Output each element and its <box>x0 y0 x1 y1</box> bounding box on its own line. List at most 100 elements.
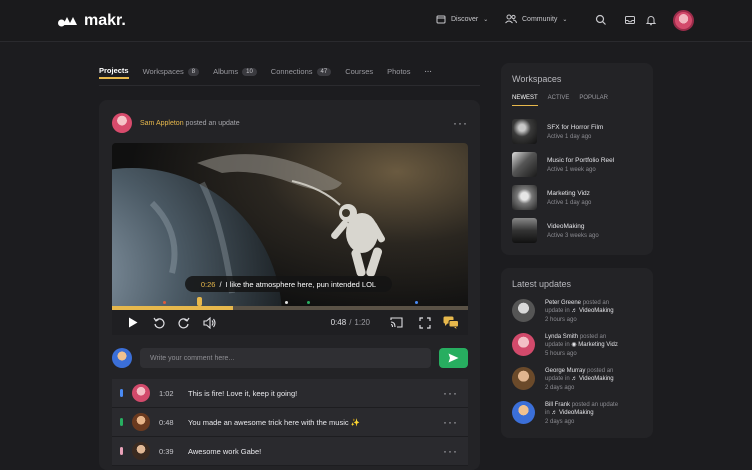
workspace-title: Marketing Vidz <box>547 189 590 197</box>
post-action: posted an update <box>185 119 240 127</box>
commenter-avatar[interactable] <box>132 384 150 402</box>
commenter-avatar[interactable] <box>132 442 150 460</box>
tab-label: Projects <box>99 66 129 75</box>
workspace-activity: Active 1 day ago <box>547 133 592 140</box>
progress-handle[interactable] <box>197 297 202 306</box>
tab-popular[interactable]: POPULAR <box>579 95 608 106</box>
update-time: 2 hours ago <box>545 316 577 323</box>
tab-projects[interactable]: Projects <box>99 64 129 79</box>
comment-menu-icon[interactable]: ··· <box>443 415 458 429</box>
update-author[interactable]: George Murray <box>545 368 585 374</box>
chevron-down-icon: ⌄ <box>562 16 568 23</box>
comment-composer: Write your comment here... <box>112 347 468 369</box>
profile-tabs: Projects Workspaces 8 Albums 10 Connection… <box>99 64 480 86</box>
more-icon: ··· <box>424 67 432 76</box>
comment-item[interactable]: 0:39 Awesome work Gabe! ··· <box>112 437 468 466</box>
workspace-item[interactable]: Music for Portfolio Reel Active 1 week ag… <box>512 148 644 181</box>
update-workspace[interactable]: VideoMaking <box>579 308 614 314</box>
update-item[interactable]: Lynda Smith posted an update in ◉ Marketi… <box>512 333 647 367</box>
comment-marker <box>120 389 123 397</box>
post-menu-icon[interactable]: ··· <box>453 116 468 130</box>
tab-courses[interactable]: Courses <box>345 64 373 79</box>
comment-text: You made an awesome trick here with the … <box>188 417 361 427</box>
music-note-icon: ♬ <box>551 410 558 417</box>
update-avatar[interactable] <box>512 333 535 356</box>
community-menu[interactable]: Community ⌄ <box>505 14 567 24</box>
tab-newest[interactable]: NEWEST <box>512 95 538 106</box>
update-in: in <box>545 410 550 417</box>
update-avatar[interactable] <box>512 367 535 390</box>
forward-icon[interactable] <box>178 317 190 329</box>
update-workspace[interactable]: VideoMaking <box>579 376 614 382</box>
workspace-activity: Active 3 weeks ago <box>547 232 599 239</box>
workspace-item[interactable]: VideoMaking Active 3 weeks ago <box>512 214 644 247</box>
comment-time[interactable]: 0:48 <box>159 418 179 427</box>
comment-marker[interactable] <box>285 301 288 304</box>
comment-menu-icon[interactable]: ··· <box>443 386 458 400</box>
user-avatar[interactable] <box>673 10 694 31</box>
bell-icon[interactable] <box>645 14 657 26</box>
my-avatar[interactable] <box>112 348 132 368</box>
caption-text: I like the atmosphere here, pun intended… <box>225 279 377 289</box>
comment-menu-icon[interactable]: ··· <box>443 444 458 458</box>
fullscreen-icon[interactable] <box>419 316 431 329</box>
author-avatar[interactable] <box>112 113 132 133</box>
search-icon[interactable] <box>595 14 607 26</box>
tab-albums[interactable]: Albums 10 <box>213 64 257 79</box>
comment-time[interactable]: 1:02 <box>159 389 179 398</box>
workspace-thumbnail <box>512 119 537 144</box>
update-in: update in <box>545 376 570 383</box>
update-author[interactable]: Peter Greene <box>545 300 581 306</box>
tab-photos[interactable]: Photos <box>387 64 410 79</box>
community-label: Community <box>522 15 558 23</box>
comment-placeholder: Write your comment here... <box>150 354 235 362</box>
update-action: posted an <box>579 334 607 340</box>
send-button[interactable] <box>439 348 468 368</box>
comment-input[interactable]: Write your comment here... <box>140 348 431 368</box>
update-workspace[interactable]: VideoMaking <box>559 410 594 416</box>
workspace-item[interactable]: SFX for Horror Film Active 1 day ago <box>512 115 644 148</box>
update-author[interactable]: Lynda Smith <box>545 334 578 340</box>
comment-marker[interactable] <box>307 301 310 304</box>
workspace-item[interactable]: Marketing Vidz Active 1 day ago <box>512 181 644 214</box>
update-avatar[interactable] <box>512 401 535 424</box>
update-avatar[interactable] <box>512 299 535 322</box>
comment-text: This is fire! Love it, keep it going! <box>188 388 298 398</box>
duration: 1:20 <box>354 318 370 327</box>
update-item[interactable]: Peter Greene posted an update in ♬ VideoM… <box>512 299 647 333</box>
comment-text: Awesome work Gabe! <box>188 446 262 456</box>
workspace-thumbnail <box>512 218 537 243</box>
discover-menu[interactable]: Discover ⌄ <box>436 14 488 24</box>
comment-item[interactable]: 1:02 This is fire! Love it, keep it goin… <box>112 379 468 408</box>
tab-connections[interactable]: Connections 47 <box>271 64 332 79</box>
update-item[interactable]: Bill Frank posted an update in ♬ VideoMak… <box>512 401 647 435</box>
play-icon[interactable] <box>128 317 138 328</box>
update-in: update in <box>545 308 570 315</box>
comment-item[interactable]: 0:48 You made an awesome trick here with… <box>112 408 468 437</box>
tab-count: 10 <box>242 67 257 76</box>
comments-icon[interactable] <box>443 316 459 329</box>
app-name: makr. <box>84 12 126 29</box>
rewind-icon[interactable] <box>153 317 165 329</box>
video-controls: 0:48 / 1:20 <box>112 310 468 335</box>
update-item[interactable]: George Murray posted an update in ♬ Video… <box>512 367 647 401</box>
logo[interactable]: makr. <box>58 12 126 30</box>
author-name[interactable]: Sam Appleton <box>140 120 184 127</box>
cast-icon[interactable] <box>390 317 403 328</box>
comment-marker[interactable] <box>415 301 418 304</box>
comment-marker[interactable] <box>163 301 166 304</box>
post-header: Sam Appleton posted an update ··· <box>112 112 468 134</box>
volume-icon[interactable] <box>203 316 217 329</box>
time-separator: / <box>349 318 352 327</box>
update-action: posted an <box>587 368 614 374</box>
workspaces-title: Workspaces <box>512 74 562 84</box>
commenter-avatar[interactable] <box>132 413 150 431</box>
more-tabs-button[interactable]: ··· <box>424 64 432 79</box>
tab-count: 47 <box>316 67 332 76</box>
tab-workspaces[interactable]: Workspaces 8 <box>143 64 200 79</box>
comment-time[interactable]: 0:39 <box>159 447 179 456</box>
tab-active[interactable]: ACTIVE <box>548 95 570 106</box>
update-workspace[interactable]: Marketing Vidz <box>578 342 618 348</box>
update-author[interactable]: Bill Frank <box>545 402 570 408</box>
inbox-icon[interactable] <box>624 14 636 26</box>
